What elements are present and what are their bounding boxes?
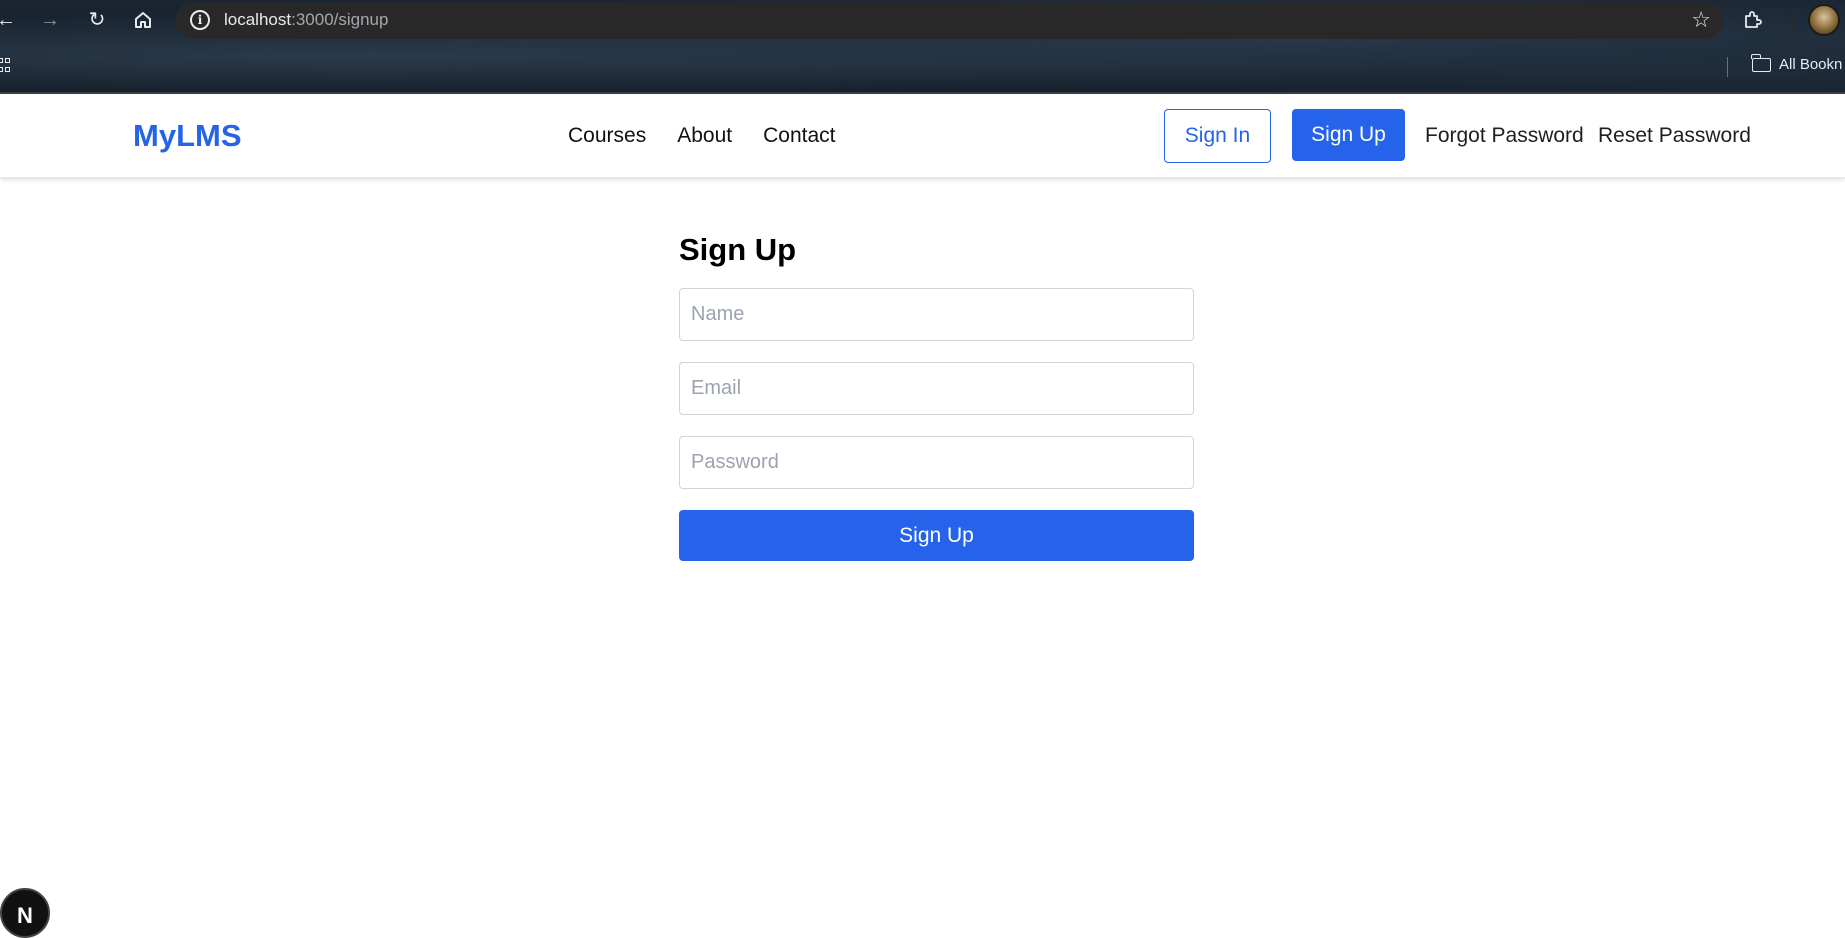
forgot-password-link[interactable]: Forgot Password bbox=[1425, 124, 1584, 148]
main-nav: Courses About Contact bbox=[568, 124, 835, 148]
arrow-right-icon[interactable]: → bbox=[36, 6, 64, 34]
folder-icon bbox=[1751, 53, 1771, 72]
browser-toolbar: ← → ↻ i localhost:3000/signup ☆ bbox=[0, 0, 1845, 40]
all-bookmarks-button[interactable]: All Bookn bbox=[1751, 53, 1843, 73]
apps-grid-icon[interactable] bbox=[0, 58, 10, 74]
toolbar-divider bbox=[1792, 10, 1794, 30]
nav-link-courses[interactable]: Courses bbox=[568, 124, 646, 148]
email-field[interactable] bbox=[679, 362, 1194, 415]
site-header: MyLMS Courses About Contact Sign In Sign… bbox=[0, 94, 1845, 178]
url-text[interactable]: localhost:3000/signup bbox=[224, 10, 388, 30]
reset-password-link[interactable]: Reset Password bbox=[1598, 124, 1751, 148]
page-title: Sign Up bbox=[679, 232, 797, 267]
star-icon[interactable]: ☆ bbox=[1691, 7, 1711, 33]
profile-avatar[interactable] bbox=[1808, 4, 1840, 36]
nav-link-about[interactable]: About bbox=[677, 124, 732, 148]
address-bar[interactable]: i localhost:3000/signup ☆ bbox=[176, 1, 1723, 39]
sign-up-submit-button[interactable]: Sign Up bbox=[679, 510, 1194, 561]
sign-in-button[interactable]: Sign In bbox=[1164, 109, 1271, 163]
name-field[interactable] bbox=[679, 288, 1194, 341]
reload-icon[interactable]: ↻ bbox=[83, 6, 111, 34]
nav-link-contact[interactable]: Contact bbox=[763, 124, 835, 148]
puzzle-icon[interactable] bbox=[1738, 6, 1766, 34]
site-logo[interactable]: MyLMS bbox=[133, 118, 242, 154]
arrow-left-icon[interactable]: ← bbox=[0, 6, 20, 34]
nextjs-dev-indicator[interactable]: N bbox=[0, 888, 50, 938]
bookmarks-divider bbox=[1727, 57, 1728, 77]
sign-up-nav-button[interactable]: Sign Up bbox=[1292, 109, 1405, 161]
signup-form: Sign Up Sign Up bbox=[679, 228, 1194, 561]
home-icon[interactable] bbox=[129, 6, 157, 34]
browser-chrome: ← → ↻ i localhost:3000/signup ☆ All Book… bbox=[0, 0, 1845, 94]
bookmarks-bar: All Bookn bbox=[0, 52, 1845, 82]
info-icon[interactable]: i bbox=[190, 10, 210, 30]
all-bookmarks-label: All Bookn bbox=[1779, 56, 1843, 73]
password-field[interactable] bbox=[679, 436, 1194, 489]
